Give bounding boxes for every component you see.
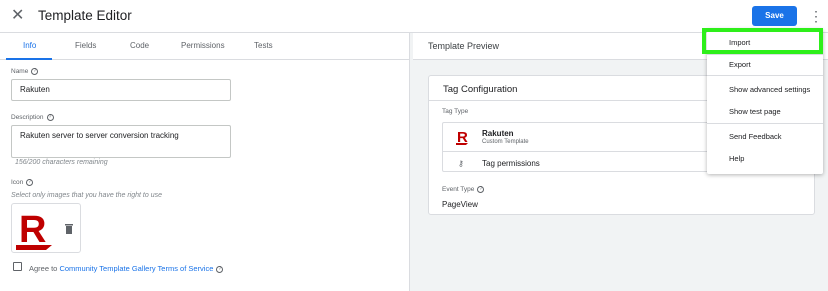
description-label: Description? bbox=[11, 114, 54, 121]
card-title: Tag Configuration bbox=[443, 84, 518, 95]
tab-permissions[interactable]: Permissions bbox=[181, 41, 225, 50]
tag-permissions[interactable]: Tag permissions bbox=[482, 159, 540, 168]
save-button[interactable]: Save bbox=[752, 6, 797, 26]
event-type-label: Event Type? bbox=[442, 186, 485, 193]
tab-info[interactable]: Info bbox=[23, 41, 36, 50]
delete-icon[interactable] bbox=[64, 223, 74, 235]
menu-divider bbox=[707, 75, 823, 76]
page-title: Template Editor bbox=[38, 8, 132, 23]
icon-upload-box[interactable]: R bbox=[11, 203, 81, 253]
tag-subtitle: Custom Template bbox=[482, 139, 529, 145]
tab-bar: Info Fields Code Permissions Tests bbox=[0, 33, 410, 60]
menu-item-export[interactable]: Export bbox=[729, 60, 751, 69]
menu-item-show-advanced-settings[interactable]: Show advanced settings bbox=[729, 85, 810, 94]
help-icon[interactable]: ? bbox=[26, 179, 34, 186]
name-input[interactable]: Rakuten bbox=[11, 79, 231, 101]
description-input[interactable]: Rakuten server to server conversion trac… bbox=[11, 125, 231, 158]
help-icon[interactable]: ? bbox=[477, 186, 485, 193]
help-icon[interactable]: ? bbox=[46, 114, 54, 121]
terms-link[interactable]: Community Template Gallery Terms of Serv… bbox=[59, 264, 213, 273]
icon-hint: Select only images that you have the rig… bbox=[11, 192, 162, 199]
menu-item-show-test-page[interactable]: Show test page bbox=[729, 107, 781, 116]
tag-type-label: Tag Type bbox=[442, 108, 469, 115]
rakuten-logo-icon: R bbox=[456, 129, 468, 146]
tab-tests[interactable]: Tests bbox=[254, 41, 273, 50]
more-vert-icon[interactable]: ⋮ bbox=[809, 8, 823, 24]
char-count: 156/200 characters remaining bbox=[15, 159, 108, 166]
key-icon: ⚷ bbox=[458, 159, 464, 168]
tab-code[interactable]: Code bbox=[130, 41, 149, 50]
name-label: Name? bbox=[11, 68, 39, 75]
tab-fields[interactable]: Fields bbox=[75, 41, 96, 50]
import-highlight bbox=[702, 28, 823, 54]
tag-type-box[interactable]: R Rakuten Custom Template ⚷ Tag permissi… bbox=[442, 122, 715, 172]
preview-title: Template Preview bbox=[428, 41, 500, 51]
svg-text:R: R bbox=[19, 209, 46, 251]
divider bbox=[443, 151, 715, 152]
event-type-value: PageView bbox=[442, 200, 478, 209]
close-icon[interactable]: ✕ bbox=[11, 7, 25, 25]
menu-divider bbox=[707, 123, 823, 124]
menu-item-send-feedback[interactable]: Send Feedback bbox=[729, 132, 782, 141]
help-icon[interactable]: ? bbox=[216, 265, 224, 273]
tag-name: Rakuten bbox=[482, 129, 514, 138]
active-tab-indicator bbox=[6, 58, 52, 60]
icon-label: Icon? bbox=[11, 179, 34, 186]
menu-item-help[interactable]: Help bbox=[729, 154, 744, 163]
menu-divider bbox=[707, 54, 823, 55]
help-icon[interactable]: ? bbox=[31, 68, 39, 75]
agree-text: Agree to Community Template Gallery Term… bbox=[29, 264, 224, 273]
agree-checkbox[interactable] bbox=[13, 262, 22, 271]
